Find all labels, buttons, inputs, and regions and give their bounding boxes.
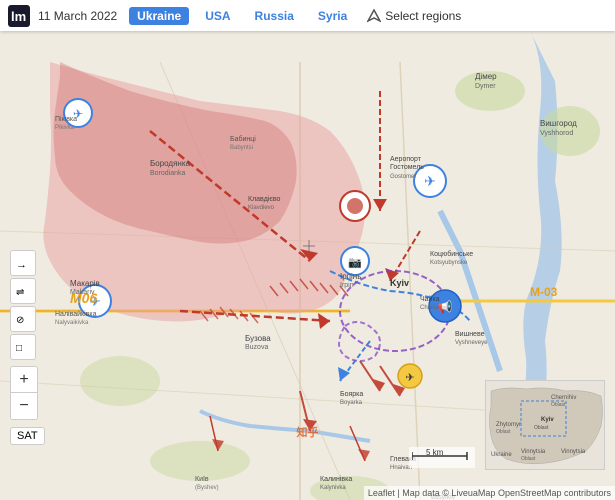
- svg-text:Kyiv: Kyiv: [541, 417, 554, 423]
- svg-text:lm: lm: [11, 9, 26, 24]
- select-regions-label: Select regions: [385, 9, 461, 23]
- svg-text:→: →: [16, 259, 27, 270]
- svg-text:(Byshev): (Byshev): [195, 485, 219, 491]
- tab-syria[interactable]: Syria: [310, 7, 355, 25]
- tab-ukraine[interactable]: Ukraine: [129, 7, 189, 25]
- svg-text:М-03: М-03: [530, 285, 558, 299]
- svg-text:Бабинці: Бабинці: [230, 135, 256, 143]
- svg-text:Oblast: Oblast: [521, 456, 536, 462]
- svg-text:Гостомель: Гостомель: [390, 164, 424, 171]
- logo-icon: lm: [8, 5, 30, 27]
- svg-text:Makariv: Makariv: [70, 289, 95, 296]
- svg-text:Babyntsi: Babyntsi: [230, 145, 253, 151]
- svg-text:📢: 📢: [438, 300, 453, 314]
- svg-text:Vinnytsia: Vinnytsia: [561, 449, 586, 455]
- svg-text:Макарів: Макарів: [70, 279, 100, 288]
- svg-text:Vyshhorod: Vyshhorod: [540, 130, 573, 137]
- svg-text:Налівайківка: Налівайківка: [55, 310, 97, 318]
- tab-russia[interactable]: Russia: [247, 7, 302, 25]
- svg-text:✈: ✈: [424, 173, 436, 189]
- svg-text:Чайка: Чайка: [420, 295, 440, 303]
- map-container: lm 11 March 2022 Ukraine USA Russia Syri…: [0, 0, 615, 500]
- svg-text:Боярка: Боярка: [340, 391, 363, 398]
- svg-text:Бородянка: Бородянка: [150, 159, 191, 168]
- svg-text:Chernihiv: Chernihiv: [551, 395, 576, 401]
- watermark: 知乎: [297, 424, 319, 440]
- select-regions-button[interactable]: Select regions: [367, 9, 461, 23]
- layer-icon-1[interactable]: →: [10, 250, 36, 276]
- svg-text:Klavdievo: Klavdievo: [248, 205, 275, 211]
- svg-text:Kyiv: Kyiv: [390, 278, 409, 288]
- svg-text:Oblast: Oblast: [496, 429, 511, 435]
- navigation-icon: [367, 9, 381, 23]
- svg-text:Аеропорт: Аеропорт: [390, 156, 422, 163]
- mini-map: Chernihiv Oblast Zhytomyr Oblast Kyiv Ob…: [485, 380, 605, 470]
- zoom-in-button[interactable]: +: [11, 367, 37, 393]
- svg-text:Boyarka: Boyarka: [340, 400, 363, 406]
- svg-text:5 km: 5 km: [426, 448, 444, 457]
- svg-text:Borodianka: Borodianka: [150, 170, 186, 177]
- svg-text:Chaika: Chaika: [420, 305, 439, 311]
- svg-text:□: □: [16, 343, 22, 354]
- svg-text:Коцюбинське: Коцюбинське: [430, 250, 473, 258]
- zoom-controls: + −: [10, 366, 38, 420]
- layer-icon-3[interactable]: ⊘: [10, 306, 36, 332]
- svg-text:Vinnytsia: Vinnytsia: [521, 449, 546, 455]
- layer-controls: → ⇌ ⊘ □: [10, 250, 36, 360]
- svg-text:Buzova: Buzova: [245, 344, 268, 351]
- svg-text:Вишневе: Вишневе: [455, 331, 485, 338]
- svg-text:Dymer: Dymer: [475, 83, 496, 90]
- svg-text:📷: 📷: [348, 257, 362, 269]
- layer-icon-2[interactable]: ⇌: [10, 278, 36, 304]
- tab-usa[interactable]: USA: [197, 7, 238, 25]
- svg-text:Калинівка: Калинівка: [320, 475, 352, 483]
- svg-text:Vyshneveye: Vyshneveye: [455, 340, 488, 346]
- svg-text:Irpin: Irpin: [340, 282, 354, 289]
- svg-text:Gostomel: Gostomel: [390, 174, 416, 180]
- svg-text:✈: ✈: [405, 372, 414, 384]
- svg-text:Kotsyubynske: Kotsyubynske: [430, 260, 468, 266]
- svg-text:Oblast: Oblast: [551, 402, 566, 408]
- svg-text:⇌: ⇌: [16, 287, 24, 298]
- svg-text:Zhytomyr: Zhytomyr: [496, 422, 521, 428]
- scale-bar: 5 km: [409, 447, 475, 468]
- svg-text:Дімер: Дімер: [475, 72, 497, 81]
- svg-text:Вишгород: Вишгород: [540, 119, 577, 128]
- svg-text:Pikivka: Pikivka: [55, 125, 75, 131]
- svg-text:Nalyvaikivka: Nalyvaikivka: [55, 320, 89, 326]
- layer-icon-4[interactable]: □: [10, 334, 36, 360]
- svg-text:Kalynivka: Kalynivka: [320, 485, 346, 491]
- attribution-text: Leaflet | Map data © LiveuaMap OpenStree…: [364, 486, 615, 500]
- svg-text:Бузова: Бузова: [245, 334, 271, 343]
- svg-text:Київ: Київ: [195, 476, 209, 483]
- zoom-out-button[interactable]: −: [11, 393, 37, 419]
- date-label: 11 March 2022: [38, 9, 117, 23]
- satellite-toggle-button[interactable]: SAT: [10, 427, 45, 445]
- svg-text:⊘: ⊘: [16, 315, 24, 326]
- svg-text:Ірпінь: Ірпінь: [340, 272, 361, 281]
- svg-text:Ukraine: Ukraine: [491, 452, 512, 458]
- navbar: lm 11 March 2022 Ukraine USA Russia Syri…: [0, 0, 615, 31]
- svg-text:Oblast: Oblast: [534, 425, 549, 431]
- svg-text:Клавдієво: Клавдієво: [248, 195, 281, 203]
- svg-text:Піківка: Піківка: [55, 115, 77, 123]
